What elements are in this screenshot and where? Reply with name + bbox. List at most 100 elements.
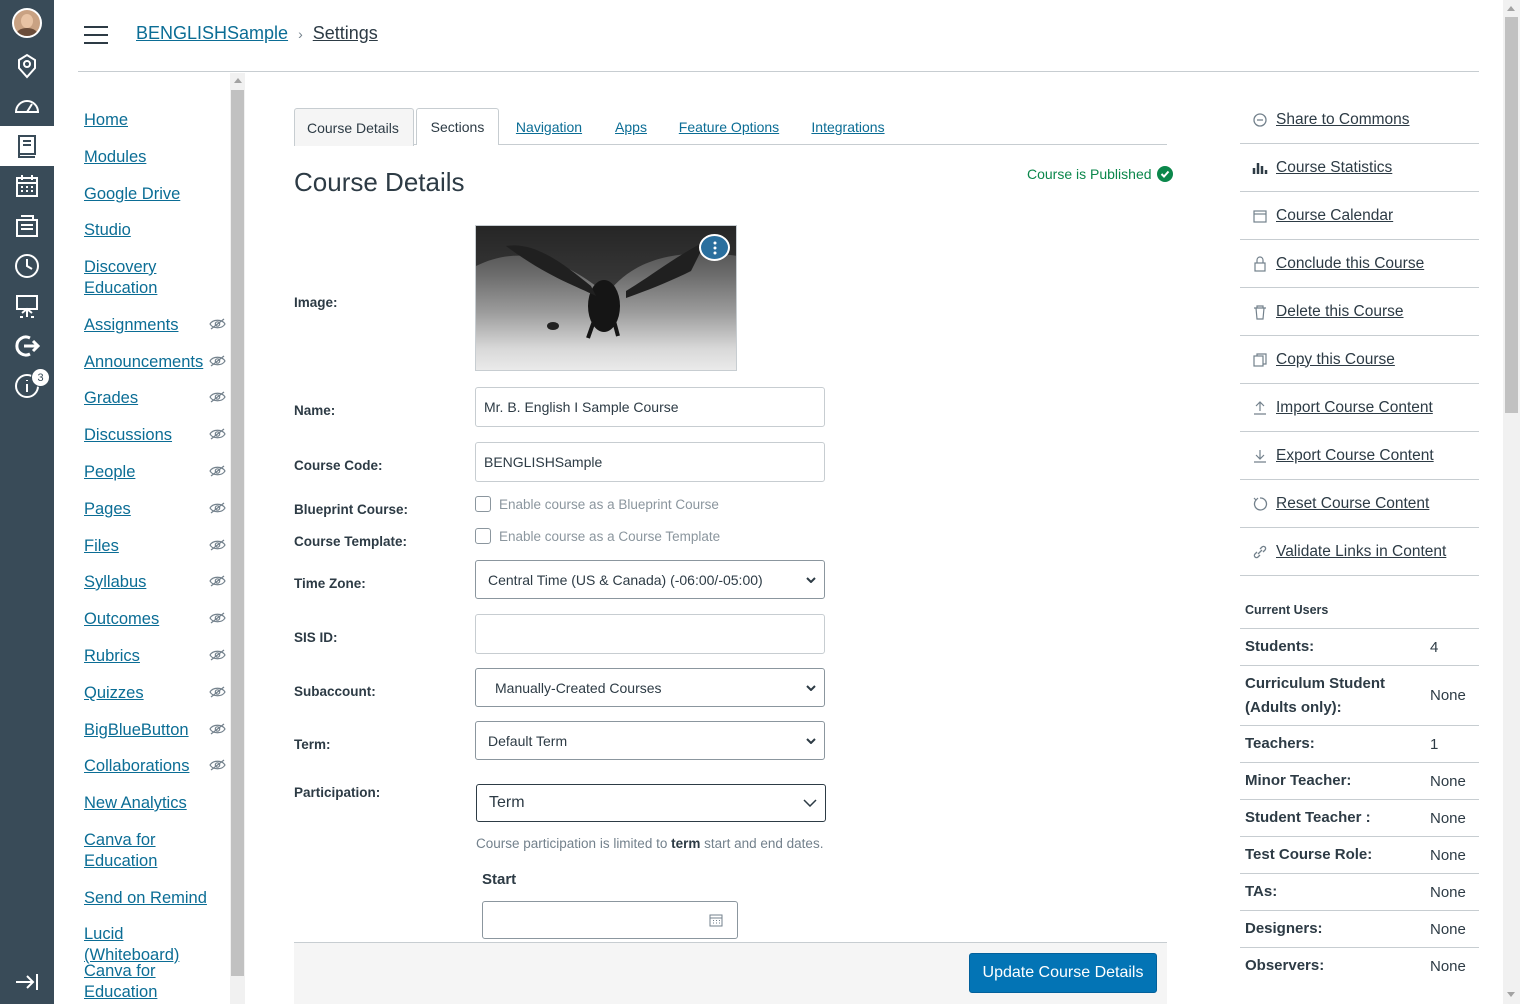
course-nav-item[interactable]: Announcements [84,352,230,373]
sidebar-action-link[interactable]: Validate Links in Content [1240,528,1479,576]
hidden-eye-icon [209,723,226,735]
tab-navigation[interactable]: Navigation [512,108,586,145]
upload-icon [1254,400,1266,415]
blueprint-label: Blueprint Course: [294,502,409,517]
course-code-input[interactable]: BENGLISHSample [475,442,825,482]
account-avatar[interactable] [0,3,54,43]
tab-feature-options[interactable]: Feature Options [676,108,782,145]
course-nav-item[interactable]: BigBlueButton [84,720,230,741]
course-nav-item[interactable]: People [84,462,230,483]
current-users-heading: Current Users [1245,603,1329,617]
course-nav-item[interactable]: Assignments [84,315,230,336]
history-icon[interactable] [0,246,54,286]
page-header: BENGLISHSample › Settings [78,0,1479,72]
sidebar-action-link[interactable]: Export Course Content [1240,432,1479,480]
sidebar-action-link[interactable]: Delete this Course [1240,288,1479,336]
template-checkbox[interactable]: Enable course as a Course Template [475,528,720,544]
hamburger-menu-icon[interactable] [84,26,108,46]
course-nav-item[interactable]: New Analytics [84,793,230,814]
sis-id-input[interactable] [475,614,825,654]
sidebar-action-link[interactable]: Copy this Course [1240,336,1479,384]
participation-select[interactable]: Term [476,784,826,822]
hidden-eye-icon [209,575,226,587]
course-nav: Home Modules Google Drive Studio Discovery E… [78,73,230,1004]
course-nav-item[interactable]: Syllabus [84,572,230,593]
studio-icon[interactable] [0,286,54,326]
note-text-end: start and end dates. [700,836,824,851]
commons-icon [1253,112,1267,127]
dashboard-icon[interactable] [0,86,54,126]
start-date-input[interactable] [482,901,738,939]
calendar-icon[interactable] [0,166,54,206]
note-text: Course participation is limited to [476,836,672,851]
course-nav-item[interactable]: Quizzes [84,683,230,704]
sidebar-action-link[interactable]: Course Statistics [1240,144,1479,192]
template-option-label: Enable course as a Course Template [499,528,721,544]
timezone-select[interactable]: Central Time (US & Canada) (-06:00/-05:0… [475,560,825,599]
course-nav-item[interactable]: Lucid (Whiteboard) [84,924,230,966]
sidebar-action-link[interactable]: Reset Course Content [1240,480,1479,528]
term-label: Term: [294,737,331,752]
breadcrumb: BENGLISHSample › Settings [136,23,378,44]
course-code-label: Course Code: [294,458,383,473]
tab-integrations[interactable]: Integrations [808,108,888,145]
update-course-details-button[interactable]: Update Course Details [969,953,1157,993]
inbox-icon[interactable] [0,206,54,246]
user-role-count: None [1430,846,1466,864]
sidebar-action-link[interactable]: Share to Commons [1240,96,1479,144]
check-circle-icon [1156,166,1173,182]
calendar-picker-icon[interactable] [709,913,723,927]
course-name-input[interactable]: Mr. B. English I Sample Course [475,387,825,427]
courses-icon[interactable] [0,126,54,166]
course-nav-item[interactable]: Home [84,110,230,131]
course-nav-label: Assignments [84,316,179,334]
course-nav-label: Studio [84,221,131,239]
blueprint-checkbox[interactable]: Enable course as a Blueprint Course [475,496,719,512]
trash-icon [1254,304,1266,320]
course-nav-item[interactable]: Files [84,536,230,557]
breadcrumb-current[interactable]: Settings [313,23,378,44]
course-nav-label: Home [84,111,129,129]
participation-label: Participation: [294,785,381,800]
tab-sections[interactable]: Sections [416,108,499,145]
image-label: Image: [294,295,338,310]
note-bold: term [671,836,701,851]
sidebar-action-link[interactable]: Course Calendar [1240,192,1479,240]
course-nav-item[interactable]: Outcomes [84,609,230,630]
sidebar-action-link[interactable]: Import Course Content [1240,384,1479,432]
admin-icon[interactable] [0,46,54,86]
course-nav-item[interactable]: Discussions [84,425,230,446]
course-nav-item[interactable]: Canva for Education [84,830,230,872]
course-nav-label: Canva for Education [84,962,158,1001]
course-nav-item[interactable]: Discovery Education [84,257,230,299]
course-nav-item[interactable]: Grades [84,388,230,409]
course-nav-label: Grades [84,389,139,407]
user-count-row: Designers: None [1240,910,1479,947]
course-nav-item[interactable]: Google Drive [84,184,230,205]
image-options-icon[interactable] [699,234,730,261]
participation-note: Course participation is limited to term … [476,836,823,851]
course-nav-scrollbar[interactable] [230,73,245,1004]
course-nav-item[interactable]: Pages [84,499,230,520]
course-nav-item[interactable]: Send on Remind [84,888,230,909]
course-nav-item[interactable]: Studio [84,220,230,241]
breadcrumb-course-link[interactable]: BENGLISHSample [136,23,288,44]
course-nav-item[interactable]: Canva for Education [84,961,230,1003]
logout-icon[interactable] [0,326,54,366]
term-select[interactable]: Default Term [475,721,825,760]
tab-course-details[interactable]: Course Details [294,108,414,146]
expand-nav-icon[interactable] [0,962,54,1002]
user-role-label: Observers: [1245,957,1325,974]
sidebar-action-label: Copy this Course [1276,350,1395,368]
sidebar-action-link[interactable]: Conclude this Course [1240,240,1479,288]
course-nav-label: Send on Remind [84,889,207,907]
course-nav-label: Quizzes [84,684,144,702]
tab-apps[interactable]: Apps [612,108,650,145]
sidebar-action-label: Import Course Content [1276,398,1433,416]
course-nav-label: Collaborations [84,757,190,775]
course-nav-item[interactable]: Collaborations [84,756,230,777]
course-nav-item[interactable]: Rubrics [84,646,230,667]
page-scrollbar[interactable] [1503,0,1520,1004]
course-nav-item[interactable]: Modules [84,147,230,168]
subaccount-select[interactable]: Manually-Created Courses [475,668,825,707]
